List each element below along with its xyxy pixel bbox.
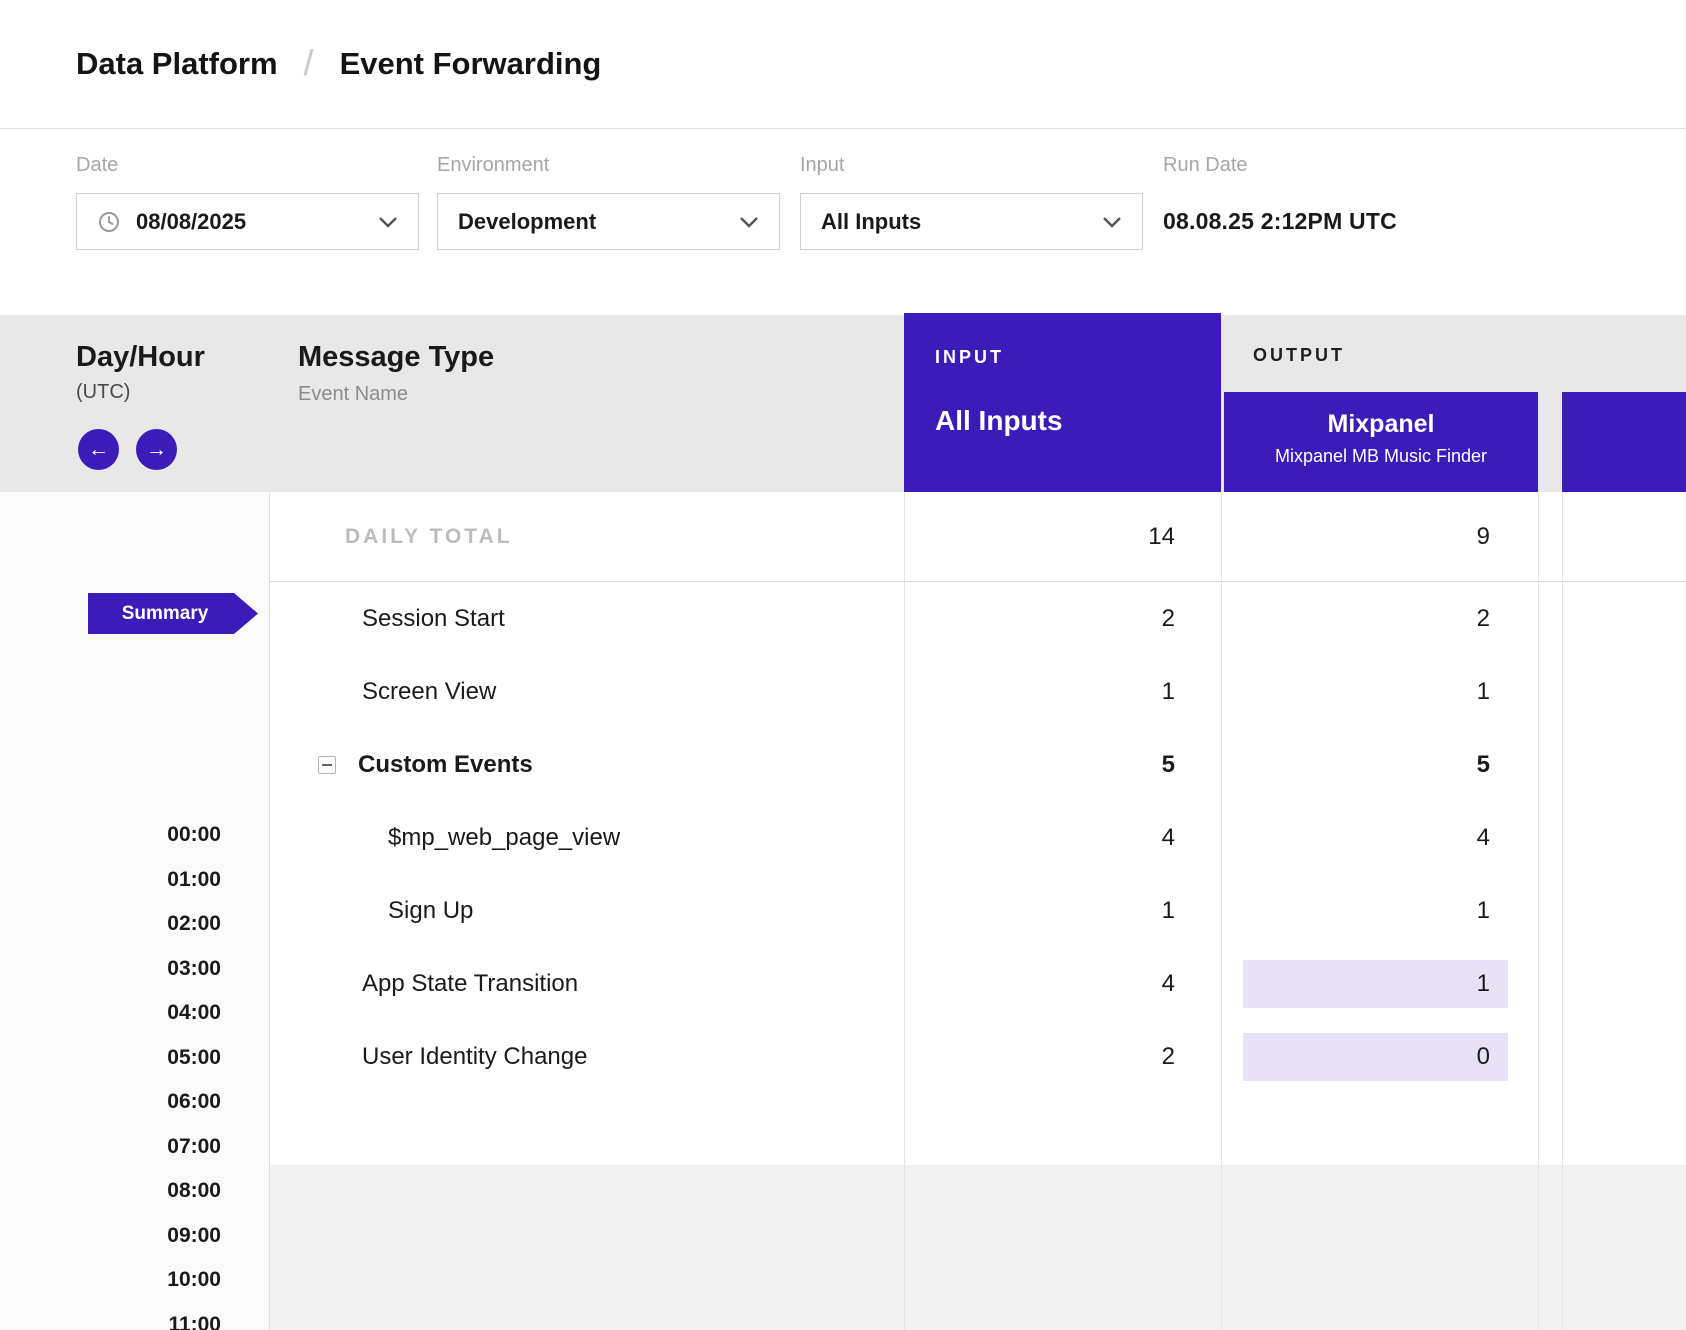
output-count: 1 <box>1477 678 1538 706</box>
event-name: Custom Events <box>358 751 533 779</box>
table-row: Sign Up 1 1 <box>270 874 1686 947</box>
input-count: 2 <box>904 1043 1221 1071</box>
date-dropdown[interactable]: 08/08/2025 <box>76 193 419 250</box>
event-name: $mp_web_page_view <box>270 824 904 852</box>
next-day-button[interactable]: → <box>136 429 177 470</box>
environment-dropdown-value: Development <box>458 209 596 235</box>
hour-row-label[interactable]: 04:00 <box>0 991 221 1036</box>
column-divider <box>1538 492 1539 1330</box>
hour-row-label[interactable]: 02:00 <box>0 902 221 947</box>
day-hour-subtitle: (UTC) <box>76 381 205 404</box>
breadcrumb-event-forwarding[interactable]: Event Forwarding <box>340 46 602 82</box>
hour-column: Summary 00:00 01:00 02:00 03:00 04:00 05… <box>0 492 270 1330</box>
hour-list: 00:00 01:00 02:00 03:00 04:00 05:00 06:0… <box>0 813 221 1330</box>
daily-total-row: DAILY TOTAL 14 9 <box>270 492 1686 582</box>
event-name: Screen View <box>270 678 904 706</box>
daily-total-input-value: 14 <box>904 523 1221 551</box>
chevron-down-icon <box>1102 216 1122 228</box>
hour-row-label[interactable]: 03:00 <box>0 947 221 992</box>
day-hour-title: Day/Hour <box>76 341 205 374</box>
event-name: User Identity Change <box>270 1043 904 1071</box>
breadcrumb-data-platform[interactable]: Data Platform <box>76 46 278 82</box>
hour-row-label[interactable]: 10:00 <box>0 1258 221 1303</box>
run-date: Run Date 08.08.25 2:12PM UTC <box>1163 154 1397 235</box>
table-row: Screen View 1 1 <box>270 655 1686 728</box>
hour-row-label[interactable]: 05:00 <box>0 1036 221 1081</box>
environment-filter-label: Environment <box>437 154 780 177</box>
input-filter: Input All Inputs <box>800 154 1143 250</box>
chevron-down-icon <box>739 216 759 228</box>
day-hour-header: Day/Hour (UTC) <box>76 341 205 404</box>
output-column-subtitle: Mixpanel MB Music Finder <box>1224 446 1538 467</box>
column-divider <box>904 492 905 1330</box>
event-name: Sign Up <box>270 897 904 925</box>
run-date-label: Run Date <box>1163 154 1397 177</box>
forwarding-grid: Day/Hour (UTC) ← → Message Type Event Na… <box>0 315 1686 1330</box>
filter-bar: Date 08/08/2025 Environment Development … <box>0 130 1686 315</box>
table-row: Custom Events 5 5 <box>270 728 1686 801</box>
event-name: App State Transition <box>270 970 904 998</box>
input-count: 4 <box>904 824 1221 852</box>
input-count: 2 <box>904 605 1221 633</box>
grid-footer-area <box>270 1165 1686 1330</box>
input-count: 1 <box>904 897 1221 925</box>
run-date-value: 08.08.25 2:12PM UTC <box>1163 208 1397 235</box>
output-count-highlighted: 0 <box>1243 1033 1508 1081</box>
output-count: 1 <box>1477 897 1538 925</box>
output-count-highlighted: 1 <box>1243 960 1508 1008</box>
day-nav-buttons: ← → <box>78 429 177 470</box>
table-row: $mp_web_page_view 4 4 <box>270 801 1686 874</box>
arrow-right-icon: → <box>146 438 167 462</box>
table-row: Session Start 2 2 <box>270 582 1686 655</box>
breadcrumb: Data Platform / Event Forwarding <box>76 43 601 85</box>
table-row: User Identity Change 2 0 <box>270 1020 1686 1093</box>
output-column-title: Mixpanel <box>1224 410 1538 439</box>
top-bar: Data Platform / Event Forwarding <box>0 0 1686 129</box>
output-column-header-mixpanel[interactable]: Mixpanel Mixpanel MB Music Finder <box>1224 392 1538 492</box>
hour-row-label[interactable]: 06:00 <box>0 1080 221 1125</box>
hour-row-label[interactable]: 01:00 <box>0 858 221 903</box>
input-dropdown[interactable]: All Inputs <box>800 193 1143 250</box>
date-filter: Date 08/08/2025 <box>76 154 419 250</box>
input-count: 4 <box>904 970 1221 998</box>
event-name: Session Start <box>270 605 904 633</box>
environment-filter: Environment Development <box>437 154 780 250</box>
message-type-header: Message Type Event Name <box>298 341 494 406</box>
clock-icon <box>97 210 121 234</box>
message-type-subtitle: Event Name <box>298 383 494 406</box>
breadcrumb-separator: / <box>304 42 314 84</box>
hour-row-label[interactable]: 07:00 <box>0 1125 221 1170</box>
message-type-title: Message Type <box>298 341 494 374</box>
input-column-label: INPUT <box>935 347 1221 368</box>
daily-total-output-value: 9 <box>1221 523 1538 551</box>
input-count: 5 <box>904 751 1221 779</box>
previous-day-button[interactable]: ← <box>78 429 119 470</box>
chevron-down-icon <box>378 216 398 228</box>
daily-total-label: DAILY TOTAL <box>270 525 904 549</box>
event-rows: Session Start 2 2 Screen View 1 1 Custom… <box>270 582 1686 1093</box>
input-count: 1 <box>904 678 1221 706</box>
date-filter-label: Date <box>76 154 419 177</box>
output-count: 5 <box>1477 751 1538 779</box>
input-dropdown-value: All Inputs <box>821 209 921 235</box>
output-count: 4 <box>1477 824 1538 852</box>
output-column-header-partial[interactable] <box>1562 392 1686 492</box>
summary-row-selector[interactable]: Summary <box>88 593 258 634</box>
column-divider <box>1562 492 1563 1330</box>
input-column-header[interactable]: INPUT All Inputs <box>904 313 1221 492</box>
input-column-value: All Inputs <box>935 405 1221 437</box>
input-filter-label: Input <box>800 154 1143 177</box>
environment-dropdown[interactable]: Development <box>437 193 780 250</box>
output-count: 2 <box>1477 605 1538 633</box>
arrow-left-icon: ← <box>88 438 109 462</box>
date-dropdown-value: 08/08/2025 <box>136 209 246 235</box>
output-section-label: OUTPUT <box>1253 345 1345 366</box>
hour-row-label[interactable]: 08:00 <box>0 1169 221 1214</box>
hour-row-label[interactable]: 00:00 <box>0 813 221 858</box>
hour-row-label[interactable]: 09:00 <box>0 1214 221 1259</box>
table-row: App State Transition 4 1 <box>270 947 1686 1020</box>
hour-row-label[interactable]: 11:00 <box>0 1303 221 1330</box>
collapse-toggle-icon[interactable] <box>318 756 336 774</box>
column-divider <box>1221 492 1222 1330</box>
